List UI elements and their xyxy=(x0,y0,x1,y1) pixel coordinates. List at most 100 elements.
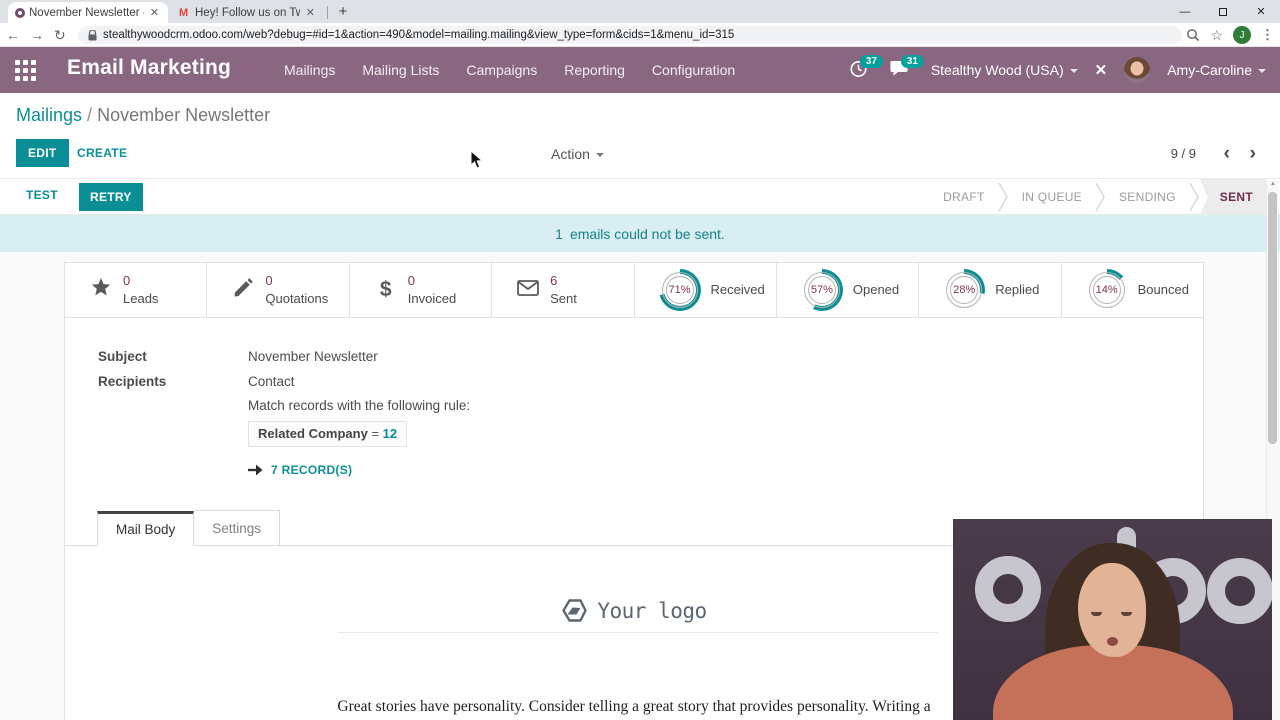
stage-draft[interactable]: DRAFT xyxy=(930,179,998,215)
rule-value: 12 xyxy=(382,426,398,441)
browser-tab-gmail[interactable]: M Hey! Follow us on Twitter! - thej ✕ xyxy=(172,2,324,23)
arrow-right-icon xyxy=(248,464,263,476)
chevron-down-icon xyxy=(595,153,604,158)
rule-intro: Match records with the following rule: xyxy=(248,398,471,413)
records-row: 7 RECORD(S) xyxy=(248,463,352,477)
failed-count-link[interactable]: 1 xyxy=(555,226,563,242)
tab-settings[interactable]: Settings xyxy=(194,510,281,545)
stat-button-received[interactable]: 71% Received xyxy=(635,263,777,317)
menu-mailings[interactable]: Mailings xyxy=(284,62,335,78)
minimize-button[interactable]: — xyxy=(1166,0,1204,23)
pager-previous-icon[interactable]: ‹ xyxy=(1224,143,1230,165)
browser-menu-icon[interactable]: ⋮ xyxy=(1261,27,1274,43)
messages-button[interactable]: 31 xyxy=(890,55,924,81)
scroll-up-icon[interactable]: ▲ xyxy=(1267,181,1279,187)
rule-field: Related Company xyxy=(258,426,368,441)
debug-tools-icon[interactable]: ✕ xyxy=(1095,61,1108,79)
bookmark-star-icon[interactable]: ☆ xyxy=(1210,27,1223,44)
tab-close-icon[interactable]: ✕ xyxy=(304,6,317,19)
test-button[interactable]: TEST xyxy=(26,188,58,202)
stat-button-row: 0 Leads 0 Quotations $ 0 Invoiced 6 Sent 71%… xyxy=(65,263,1203,318)
records-link[interactable]: 7 RECORD(S) xyxy=(271,463,352,477)
url-text: stealthywoodcrm.odoo.com/web?debug=#id=1… xyxy=(103,29,735,41)
presenter-mouth xyxy=(1107,637,1118,646)
form-statusbar: TEST RETRY DRAFT IN QUEUE SENDING SENT xyxy=(0,178,1280,215)
retry-button[interactable]: RETRY xyxy=(79,183,143,211)
stat-button-opened[interactable]: 57% Opened xyxy=(777,263,920,317)
app-title[interactable]: Email Marketing xyxy=(67,56,231,80)
menu-mailing-lists[interactable]: Mailing Lists xyxy=(362,62,439,78)
odoo-logo-circle xyxy=(1207,558,1272,624)
edit-button[interactable]: EDIT xyxy=(16,139,69,167)
stat-button-quotations[interactable]: 0 Quotations xyxy=(207,263,350,317)
stat-label: Bounced xyxy=(1137,282,1189,297)
progress-ring: 28% xyxy=(943,269,986,311)
presenter-video-overlay xyxy=(953,519,1272,720)
failure-message: emails could not be sent. xyxy=(569,225,725,242)
company-switcher[interactable]: Stealthy Wood (USA) xyxy=(931,62,1078,78)
stat-button-bounced[interactable]: 14% Bounced xyxy=(1062,263,1203,317)
user-avatar[interactable] xyxy=(1124,57,1151,83)
tab-title: November Newsletter - Odoo xyxy=(29,6,144,19)
domain-rule[interactable]: Related Company = 12 xyxy=(248,421,408,447)
stage-sending[interactable]: SENDING xyxy=(1106,179,1189,215)
back-icon[interactable]: ← xyxy=(6,27,20,43)
progress-ring: 57% xyxy=(800,269,843,311)
stage-separator xyxy=(1189,179,1200,215)
window-controls: — ✕ xyxy=(1166,0,1280,23)
stat-label: Leads xyxy=(123,291,159,306)
menu-reporting[interactable]: Reporting xyxy=(564,62,625,78)
user-menu[interactable]: Amy-Caroline xyxy=(1167,62,1266,78)
mail-failure-banner: 1 emails could not be sent. xyxy=(0,215,1280,252)
progress-ring: 14% xyxy=(1085,269,1128,311)
zoom-icon[interactable] xyxy=(1186,28,1200,42)
stat-button-invoiced[interactable]: $ 0 Invoiced xyxy=(350,263,493,317)
reload-icon[interactable]: ↻ xyxy=(54,27,66,44)
top-menu: Mailings Mailing Lists Campaigns Reporti… xyxy=(284,47,735,93)
tab-mail-body[interactable]: Mail Body xyxy=(97,511,195,546)
action-dropdown[interactable]: Action xyxy=(551,146,604,162)
browser-tab-active[interactable]: November Newsletter - Odoo ✕ xyxy=(8,2,168,23)
tab-close-icon[interactable]: ✕ xyxy=(148,6,161,19)
forward-icon[interactable]: → xyxy=(30,27,44,43)
stat-button-leads[interactable]: 0 Leads xyxy=(65,263,208,317)
recipients-value[interactable]: Contact xyxy=(248,374,295,389)
scrollbar-thumb[interactable] xyxy=(1268,192,1277,444)
create-button[interactable]: CREATE xyxy=(77,146,127,160)
breadcrumb-mailings[interactable]: Mailings xyxy=(16,105,82,125)
stat-label: Quotations xyxy=(265,291,329,306)
restore-button[interactable] xyxy=(1204,0,1242,23)
stat-label: Opened xyxy=(852,282,900,297)
chevron-down-icon xyxy=(1069,69,1078,74)
stage-in-queue[interactable]: IN QUEUE xyxy=(1009,179,1095,215)
mouse-cursor xyxy=(470,150,483,169)
pencil-icon xyxy=(231,277,255,303)
stage-sent[interactable]: SENT xyxy=(1199,179,1266,215)
odoo-favicon-icon xyxy=(15,7,25,18)
new-tab-button[interactable]: + xyxy=(333,2,353,22)
stage-separator xyxy=(1095,179,1106,215)
close-button[interactable]: ✕ xyxy=(1242,0,1280,23)
stat-button-replied[interactable]: 28% Replied xyxy=(919,263,1062,317)
activities-button[interactable]: 37 xyxy=(849,55,883,81)
progress-ring: 71% xyxy=(658,269,701,311)
menu-configuration[interactable]: Configuration xyxy=(652,62,735,78)
tab-separator xyxy=(327,6,328,19)
stat-label: Invoiced xyxy=(407,291,457,306)
stat-button-sent[interactable]: 6 Sent xyxy=(492,263,635,317)
menu-campaigns[interactable]: Campaigns xyxy=(466,62,537,78)
browser-profile-avatar[interactable]: J xyxy=(1233,26,1251,44)
stat-label: Sent xyxy=(550,291,577,306)
address-bar[interactable]: stealthywoodcrm.odoo.com/web?debug=#id=1… xyxy=(78,26,1182,44)
email-paragraph: Great stories have personality. Consider… xyxy=(333,698,935,720)
gmail-favicon-icon: M xyxy=(179,6,189,19)
breadcrumb: Mailings / November Newsletter xyxy=(16,105,271,125)
stage-pipeline: DRAFT IN QUEUE SENDING SENT xyxy=(930,179,1266,215)
apps-menu-icon[interactable] xyxy=(15,60,36,81)
divider xyxy=(338,632,938,633)
pager-next-icon[interactable]: › xyxy=(1250,143,1256,165)
subject-value[interactable]: November Newsletter xyxy=(248,349,378,364)
lock-icon xyxy=(88,29,97,40)
browser-tab-strip: November Newsletter - Odoo ✕ M Hey! Foll… xyxy=(0,0,1280,23)
stage-separator xyxy=(997,179,1009,215)
